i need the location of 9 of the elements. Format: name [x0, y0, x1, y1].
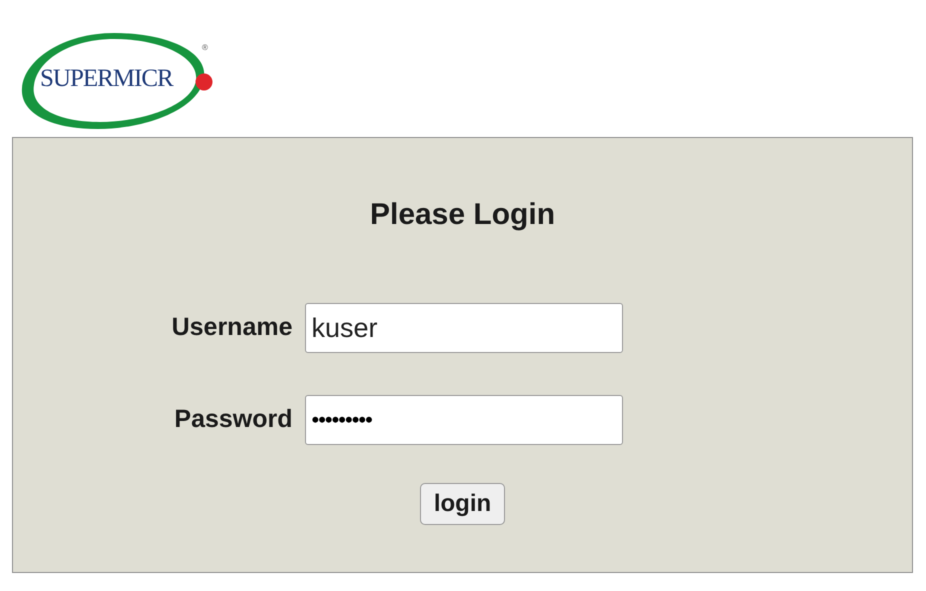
- field-label: Password: [173, 404, 292, 436]
- login-title: Please Login: [370, 197, 556, 233]
- login-button[interactable]: login: [420, 483, 506, 525]
- field-label: Username: [170, 312, 292, 344]
- registered-mark: ®: [202, 44, 208, 52]
- logo-dot-icon: [195, 73, 213, 91]
- username-field[interactable]: kuser: [304, 303, 622, 353]
- logo-wordmark: SUPERMICR: [40, 66, 173, 91]
- password-field[interactable]: •••••••••: [304, 395, 622, 445]
